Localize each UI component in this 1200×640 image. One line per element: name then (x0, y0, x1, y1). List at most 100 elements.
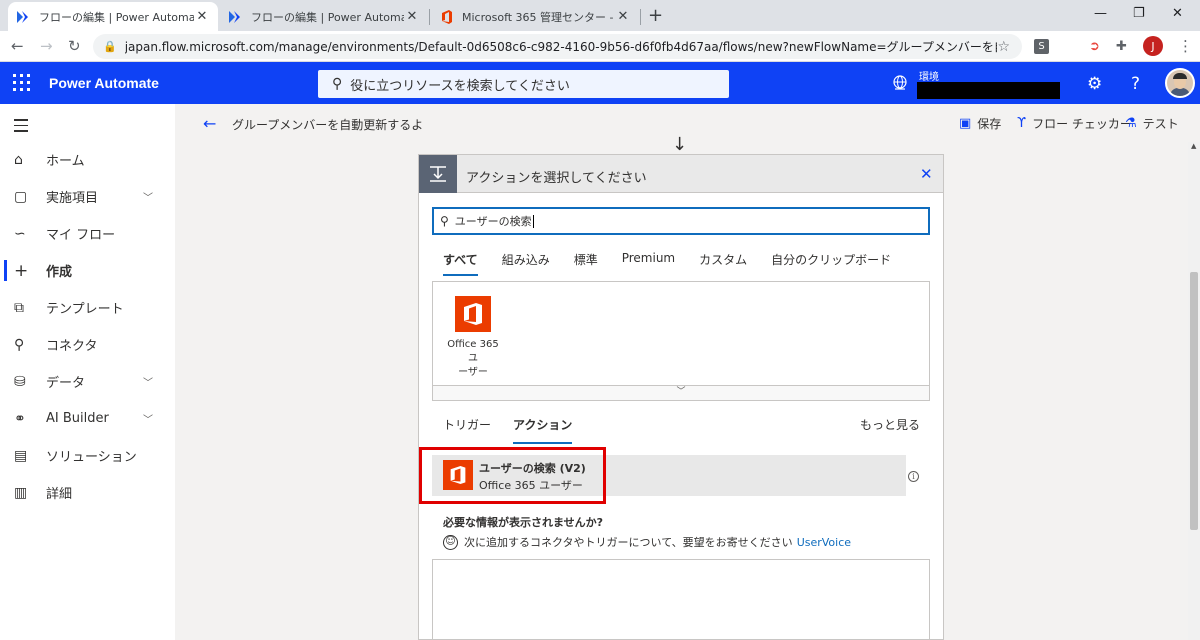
flow-icon: ∽ (14, 225, 26, 242)
power-automate-icon (228, 9, 244, 25)
search-icon: ⚲ (440, 214, 449, 228)
ai-builder-icon: ⚭ (14, 410, 26, 427)
browser-tab[interactable]: フローの編集 | Power Automate ✕ (8, 2, 218, 31)
nav-item-home[interactable]: ⌂ ホーム (0, 141, 175, 178)
address-bar[interactable]: 🔒 japan.flow.microsoft.com/manage/enviro… (93, 34, 1022, 59)
card-header: アクションを選択してください ✕ (419, 155, 943, 193)
page-scrollbar[interactable]: ▲ (1188, 142, 1200, 640)
minimize-button[interactable]: — (1094, 6, 1107, 21)
uservoice-link[interactable]: UserVoice (797, 536, 851, 549)
tab-title: フローの編集 | Power Automate (251, 10, 404, 24)
card-bottom-panel (432, 559, 930, 640)
browser-tab[interactable]: Microsoft 365 管理センター - ホーム ✕ (431, 2, 639, 31)
back-arrow-icon[interactable]: ← (11, 37, 24, 55)
pivot-built-in[interactable]: 組み込み (502, 251, 550, 276)
feedback-line: ☺ 次に追加するコネクタやトリガーについて、要望をお寄せください UserVoi… (443, 534, 851, 550)
scrollbar-thumb[interactable] (1190, 272, 1198, 530)
back-arrow-icon[interactable]: ← (203, 114, 216, 133)
info-icon[interactable]: i (908, 471, 919, 482)
pivot-custom[interactable]: カスタム (699, 251, 747, 276)
reload-icon[interactable]: ↻ (68, 37, 81, 55)
chevron-down-icon[interactable]: ﹀ (143, 374, 175, 389)
environment-label: 環境 (919, 72, 939, 83)
nav-item-action-items[interactable]: ▢ 実施項目 ﹀ (0, 178, 175, 215)
browser-tab[interactable]: フローの編集 | Power Automate ✕ (220, 2, 428, 31)
plus-icon: + (14, 260, 29, 281)
nav-item-my-flows[interactable]: ∽ マイ フロー (0, 215, 175, 252)
app-header: Power Automate ⚲ 役に立つリソースを検索してください 環境 ⚙ … (0, 62, 1200, 104)
browser-profile-avatar[interactable]: J (1143, 36, 1163, 56)
nav-item-learn-more[interactable]: ▥ 詳細 (0, 474, 175, 511)
chevron-down-icon[interactable]: ﹀ (143, 189, 175, 204)
test-button[interactable]: ⚗ テスト (1125, 115, 1179, 132)
operation-search-input[interactable]: ⚲ ユーザーの検索 (432, 207, 930, 235)
connector-office365-users[interactable]: Office 365 ユ ーザー (443, 296, 503, 380)
expand-connectors-chevron-icon[interactable]: ﹀ (432, 385, 930, 401)
search-value: ユーザーの検索 (454, 215, 532, 228)
nav-item-connectors[interactable]: ⚲ コネクタ (0, 326, 175, 363)
nav-item-label: データ (46, 376, 86, 391)
browser-tab-strip: フローの編集 | Power Automate ✕ フローの編集 | Power… (0, 0, 1200, 31)
operation-icon (419, 155, 457, 193)
close-tab-icon[interactable]: ✕ (404, 9, 420, 24)
pivot-standard[interactable]: 標準 (574, 251, 598, 276)
tab-separator (429, 9, 430, 25)
office-icon (439, 9, 455, 25)
nav-item-label: マイ フロー (46, 228, 116, 243)
nav-item-data[interactable]: ⛁ データ ﹀ (0, 363, 175, 400)
nav-item-label: 実施項目 (46, 191, 99, 206)
save-label: 保存 (977, 117, 1002, 131)
nav-item-solutions[interactable]: ▤ ソリューション (0, 437, 175, 474)
choose-action-card: アクションを選択してください ✕ ⚲ ユーザーの検索 すべて 組み込み 標準 P… (418, 154, 944, 640)
search-icon: ⚲ (332, 76, 343, 92)
tab-actions[interactable]: アクション (513, 416, 573, 444)
chevron-down-icon[interactable]: ﹀ (143, 411, 175, 426)
connector-plug-icon: ⚲ (14, 336, 25, 353)
nav-item-create[interactable]: + 作成 (0, 252, 175, 289)
environment-globe-icon[interactable] (892, 75, 908, 91)
new-tab-button[interactable]: + (648, 5, 663, 26)
hamburger-menu-icon[interactable] (14, 119, 28, 136)
extension-s-label: S (1038, 41, 1045, 52)
flow-name[interactable]: グループメンバーを自動更新するよ (232, 116, 423, 133)
left-navigation: ⌂ ホーム ▢ 実施項目 ﹀ ∽ マイ フロー + 作成 ⧉ テンプレート ⚲ … (0, 104, 175, 640)
help-icon[interactable]: ? (1131, 74, 1140, 94)
nav-item-templates[interactable]: ⧉ テンプレート (0, 289, 175, 326)
template-icon: ⧉ (14, 299, 24, 316)
solution-icon: ▤ (14, 447, 28, 464)
extensions-puzzle-icon[interactable]: ✚ (1116, 39, 1131, 54)
pivot-all[interactable]: すべて (443, 251, 478, 276)
browser-menu-icon[interactable]: ⋮ (1178, 37, 1193, 55)
filter-pivots: すべて 組み込み 標準 Premium カスタム 自分のクリップボード (443, 251, 915, 276)
save-button[interactable]: ▣ 保存 (959, 115, 1001, 132)
home-icon: ⌂ (14, 151, 23, 168)
highlight-annotation-box (419, 447, 606, 504)
close-icon[interactable]: ✕ (920, 165, 933, 183)
flow-checker-button[interactable]: ϒ フロー チェッカー (1017, 115, 1132, 132)
flask-icon: ⚗ (1125, 116, 1137, 131)
user-avatar[interactable] (1165, 68, 1195, 98)
settings-gear-icon[interactable]: ⚙ (1087, 74, 1102, 94)
flow-checker-label: フロー チェッカー (1032, 117, 1132, 131)
scroll-up-arrow-icon[interactable]: ▲ (1191, 142, 1196, 150)
close-tab-icon[interactable]: ✕ (194, 9, 210, 24)
pivot-clipboard[interactable]: 自分のクリップボード (771, 251, 891, 276)
tab-separator (640, 9, 641, 25)
feedback-text: 次に追加するコネクタやトリガーについて、要望をお寄せください (464, 536, 793, 549)
tab-triggers[interactable]: トリガー (443, 416, 491, 444)
extension-s-icon[interactable]: S (1034, 39, 1049, 54)
forward-arrow-icon[interactable]: → (40, 37, 53, 55)
close-window-button[interactable]: ✕ (1172, 6, 1183, 21)
extension-arrow-icon[interactable]: ➲ (1089, 39, 1104, 54)
see-more-link[interactable]: もっと見る (860, 416, 920, 433)
connector-label-line2: ーザー (458, 367, 488, 378)
maximize-button[interactable]: ❐ (1133, 6, 1145, 21)
pivot-premium[interactable]: Premium (622, 251, 675, 276)
nav-item-ai-builder[interactable]: ⚭ AI Builder ﹀ (0, 400, 175, 437)
bookmark-star-icon[interactable]: ☆ (997, 39, 1010, 55)
environment-name-redacted[interactable] (917, 82, 1060, 99)
resource-search-input[interactable]: ⚲ 役に立つリソースを検索してください (318, 70, 729, 98)
app-brand[interactable]: Power Automate (49, 75, 159, 91)
app-launcher-icon[interactable] (13, 74, 30, 91)
close-tab-icon[interactable]: ✕ (615, 9, 631, 24)
